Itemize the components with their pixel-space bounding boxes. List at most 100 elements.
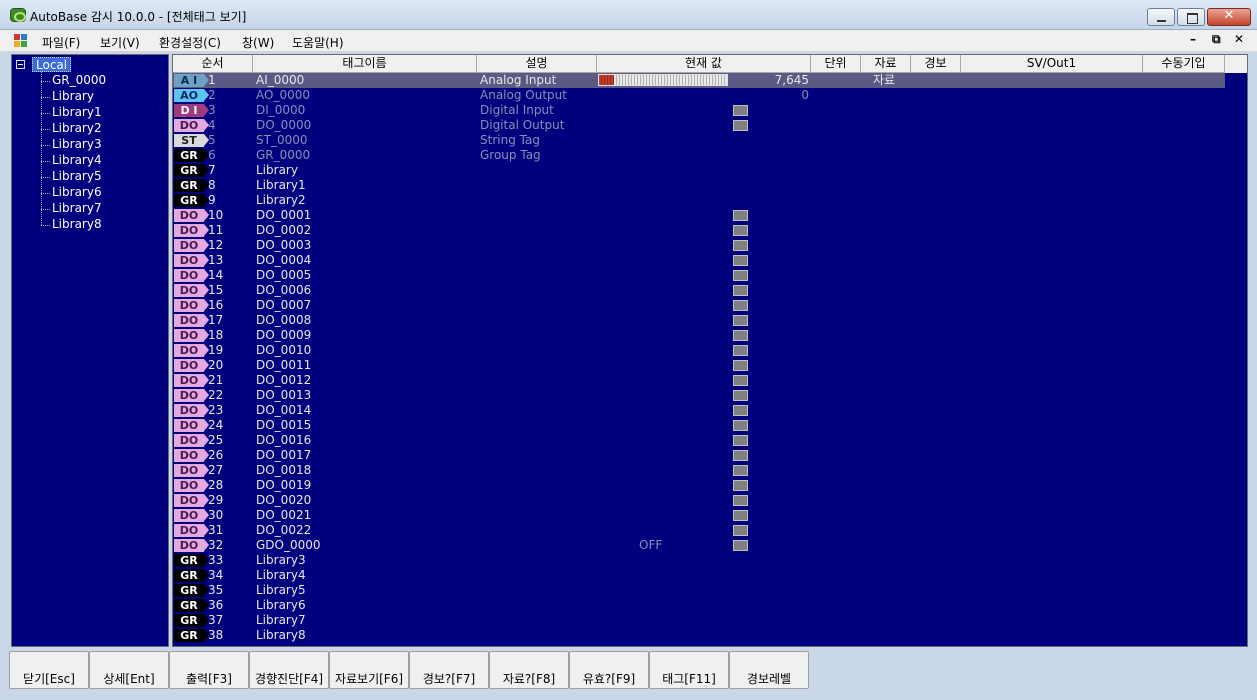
col-header-description[interactable]: 설명	[477, 55, 597, 73]
tree-item[interactable]: Library7	[41, 201, 102, 216]
tree-item[interactable]: Library1	[41, 105, 102, 120]
table-row[interactable]: DO 22 DO_0013	[173, 388, 1247, 403]
table-row[interactable]: DO 26 DO_0017	[173, 448, 1247, 463]
col-header-manual-input[interactable]: 수동기입	[1143, 55, 1225, 73]
minimize-button[interactable]	[1147, 8, 1175, 26]
alarm-level-button[interactable]: 경보레벨	[729, 651, 809, 689]
tag-type-label: GR	[180, 569, 198, 582]
tag-type-badge: DO	[174, 539, 209, 552]
table-row[interactable]: GR 6 GR_0000 Group Tag	[173, 148, 1247, 163]
col-header-current-value[interactable]: 현재 값	[597, 55, 811, 73]
tree-item[interactable]: Library3	[41, 137, 102, 152]
table-row[interactable]: GR 8 Library1	[173, 178, 1247, 193]
menu-view[interactable]: 보기(V)	[100, 34, 140, 51]
table-row[interactable]: DO 24 DO_0015	[173, 418, 1247, 433]
table-row[interactable]: GR 35 Library5	[173, 583, 1247, 598]
table-row[interactable]: DO 4 DO_0000 Digital Output	[173, 118, 1247, 133]
print-button[interactable]: 출력[F3]	[169, 651, 249, 689]
close-esc-button[interactable]: 닫기[Esc]	[9, 651, 89, 689]
table-row[interactable]: GR 38 Library8	[173, 628, 1247, 643]
mdi-child-icon[interactable]	[14, 34, 28, 48]
tree-root-local[interactable]: Local	[32, 57, 72, 72]
tag-type-badge: DO	[174, 524, 209, 537]
tag-grid[interactable]: 순서 태그이름 설명 현재 값 단위 자료 경보 SV/Out1 수동기입 A …	[172, 54, 1248, 647]
table-row[interactable]: DO 21 DO_0012	[173, 373, 1247, 388]
tag-tree[interactable]: Local GR_0000 Library Library1 Library2 Libr…	[11, 54, 169, 647]
tree-item[interactable]: Library6	[41, 185, 102, 200]
mdi-restore-button[interactable]: ⧉	[1212, 32, 1221, 47]
detail-button[interactable]: 상세[Ent]	[89, 651, 169, 689]
table-row[interactable]: DO 13 DO_0004	[173, 253, 1247, 268]
table-row[interactable]: GR 33 Library3	[173, 553, 1247, 568]
row-order: 38	[208, 628, 224, 642]
row-order: 31	[208, 523, 224, 537]
tree-item[interactable]: Library5	[41, 169, 102, 184]
table-row[interactable]: DO 32 GDO_0000 OFF	[173, 538, 1247, 553]
trend-button[interactable]: 경향진단[F4]	[249, 651, 329, 689]
table-row[interactable]: DO 12 DO_0003	[173, 238, 1247, 253]
data-query-button[interactable]: 자료?[F8]	[489, 651, 569, 689]
menu-settings[interactable]: 환경설정(C)	[159, 34, 221, 51]
table-row[interactable]: D I 3 DI_0000 Digital Input	[173, 103, 1247, 118]
mdi-minimize-button[interactable]: –	[1190, 32, 1196, 46]
tag-type-label: AO	[180, 89, 198, 102]
row-order: 6	[208, 148, 216, 162]
tag-type-badge: DO	[174, 329, 209, 342]
table-row[interactable]: AO 2 AO_0000 Analog Output 0	[173, 88, 1247, 103]
table-row[interactable]: DO 20 DO_0011	[173, 358, 1247, 373]
table-row[interactable]: DO 16 DO_0007	[173, 298, 1247, 313]
tag-type-label: DO	[179, 224, 199, 237]
table-row[interactable]: GR 37 Library7	[173, 613, 1247, 628]
tree-item[interactable]: Library4	[41, 153, 102, 168]
col-header-order[interactable]: 순서	[173, 55, 253, 73]
tree-item[interactable]: Library2	[41, 121, 102, 136]
row-order: 10	[208, 208, 224, 222]
data-view-button[interactable]: 자료보기[F6]	[329, 651, 409, 689]
table-row[interactable]: ST 5 ST_0000 String Tag	[173, 133, 1247, 148]
table-row[interactable]: DO 30 DO_0021	[173, 508, 1247, 523]
table-row[interactable]: DO 15 DO_0006	[173, 283, 1247, 298]
row-order: 32	[208, 538, 224, 552]
tag-button[interactable]: 태그[F11]	[649, 651, 729, 689]
table-row[interactable]: DO 23 DO_0014	[173, 403, 1247, 418]
tag-type-badge: GR	[174, 614, 209, 627]
table-row[interactable]: A I 1 AI_0000 Analog Input 7,645 자료	[173, 73, 1247, 88]
menu-help[interactable]: 도움말(H)	[292, 34, 344, 51]
digital-indicator	[733, 360, 748, 371]
table-row[interactable]: GR 9 Library2	[173, 193, 1247, 208]
tree-item[interactable]: Library	[41, 89, 94, 104]
table-row[interactable]: GR 7 Library	[173, 163, 1247, 178]
row-tag-name: DO_0012	[256, 373, 312, 387]
col-header-data[interactable]: 자료	[861, 55, 911, 73]
col-header-sv-out1[interactable]: SV/Out1	[961, 55, 1143, 73]
table-row[interactable]: DO 25 DO_0016	[173, 433, 1247, 448]
col-header-tagname[interactable]: 태그이름	[253, 55, 477, 73]
row-tag-name: Library1	[256, 178, 306, 192]
valid-query-button[interactable]: 유효?[F9]	[569, 651, 649, 689]
table-row[interactable]: DO 14 DO_0005	[173, 268, 1247, 283]
mdi-close-button[interactable]: ✕	[1234, 32, 1244, 46]
table-row[interactable]: DO 31 DO_0022	[173, 523, 1247, 538]
row-tag-name: ST_0000	[256, 133, 308, 147]
table-row[interactable]: GR 34 Library4	[173, 568, 1247, 583]
table-row[interactable]: DO 18 DO_0009	[173, 328, 1247, 343]
row-order: 2	[208, 88, 216, 102]
col-header-unit[interactable]: 단위	[811, 55, 861, 73]
tree-item[interactable]: GR_0000	[40, 73, 106, 88]
col-header-alarm[interactable]: 경보	[911, 55, 961, 73]
menu-window[interactable]: 창(W)	[242, 34, 274, 51]
table-row[interactable]: DO 11 DO_0002	[173, 223, 1247, 238]
maximize-button[interactable]	[1177, 8, 1205, 26]
table-row[interactable]: DO 19 DO_0010	[173, 343, 1247, 358]
tree-item[interactable]: Library8	[41, 217, 102, 232]
table-row[interactable]: GR 36 Library6	[173, 598, 1247, 613]
menu-file[interactable]: 파일(F)	[42, 34, 80, 51]
table-row[interactable]: DO 10 DO_0001	[173, 208, 1247, 223]
table-row[interactable]: DO 17 DO_0008	[173, 313, 1247, 328]
table-row[interactable]: DO 27 DO_0018	[173, 463, 1247, 478]
close-button[interactable]: ✕	[1207, 8, 1251, 26]
table-row[interactable]: DO 29 DO_0020	[173, 493, 1247, 508]
tree-collapse-icon[interactable]	[16, 60, 25, 69]
alarm-query-button[interactable]: 경보?[F7]	[409, 651, 489, 689]
table-row[interactable]: DO 28 DO_0019	[173, 478, 1247, 493]
